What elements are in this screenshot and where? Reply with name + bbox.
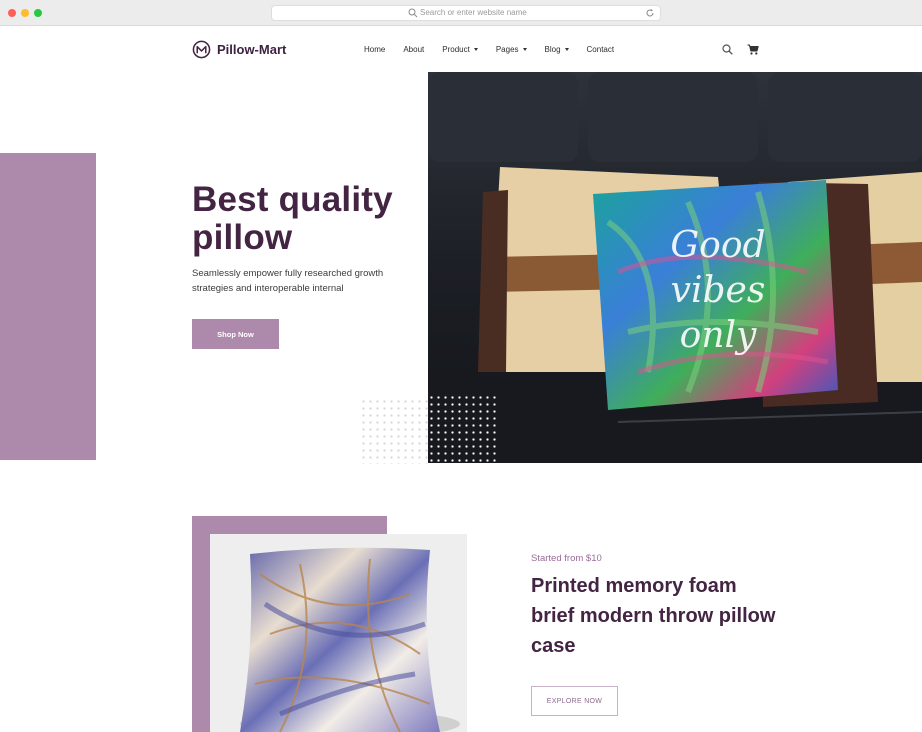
main-menu: Home About Product Pages Blog Contact: [364, 45, 632, 54]
logo-m-icon: [192, 40, 211, 59]
nav-label: About: [403, 45, 425, 54]
product-image: [210, 534, 467, 732]
nav-item-about[interactable]: About: [403, 45, 424, 54]
caret-down-icon: [522, 48, 527, 52]
site-header: Pillow-Mart Home About Product Pages Blo…: [0, 26, 922, 72]
caret-down-icon: [564, 48, 569, 52]
logo[interactable]: Pillow-Mart: [192, 40, 286, 59]
nav-label: Product: [442, 45, 470, 54]
nav-item-home[interactable]: Home: [364, 45, 385, 54]
nav-label: Home: [364, 45, 386, 54]
hero-subtitle: Seamlessly empower fully researched grow…: [192, 268, 384, 294]
cart-icon[interactable]: [747, 44, 759, 55]
sofa-with-pillows-image: Good vibes only: [428, 72, 922, 463]
hero-accent-block: [0, 153, 96, 460]
nav-item-pages[interactable]: Pages: [496, 45, 527, 54]
minimize-window-button[interactable]: [21, 9, 29, 17]
nav-label: Pages: [495, 45, 519, 54]
svg-text:only: only: [680, 315, 757, 356]
nav-item-product[interactable]: Product: [442, 45, 478, 54]
dot-pattern: [428, 394, 500, 464]
brand-name: Pillow-Mart: [217, 42, 287, 57]
dot-pattern: [360, 398, 428, 464]
address-bar[interactable]: Search or enter website name: [271, 5, 661, 21]
marble-pillow-image: [210, 534, 467, 732]
shop-now-button[interactable]: Shop Now: [192, 319, 279, 349]
hero-image: Good vibes only: [428, 72, 922, 463]
nav-item-blog[interactable]: Blog: [545, 45, 569, 54]
caret-down-icon: [473, 48, 478, 52]
close-window-button[interactable]: [8, 9, 16, 17]
browser-toolbar: Search or enter website name: [0, 0, 922, 26]
nav-label: Blog: [544, 45, 561, 54]
hero-title: Best quality pillow: [192, 180, 393, 257]
maximize-window-button[interactable]: [34, 9, 42, 17]
search-icon: [408, 8, 418, 18]
price-note: Started from $10: [531, 553, 602, 564]
nav-item-contact[interactable]: Contact: [587, 45, 615, 54]
pillow-print-text: Good: [670, 225, 765, 266]
product-title: Printed memory foam brief modern throw p…: [531, 575, 776, 657]
svg-text:vibes: vibes: [671, 270, 766, 311]
reload-icon[interactable]: [645, 8, 655, 18]
explore-now-button[interactable]: EXPLORE NOW: [531, 686, 618, 716]
search-icon[interactable]: [722, 44, 733, 55]
address-placeholder: Search or enter website name: [420, 8, 527, 17]
nav-label: Contact: [586, 45, 615, 54]
